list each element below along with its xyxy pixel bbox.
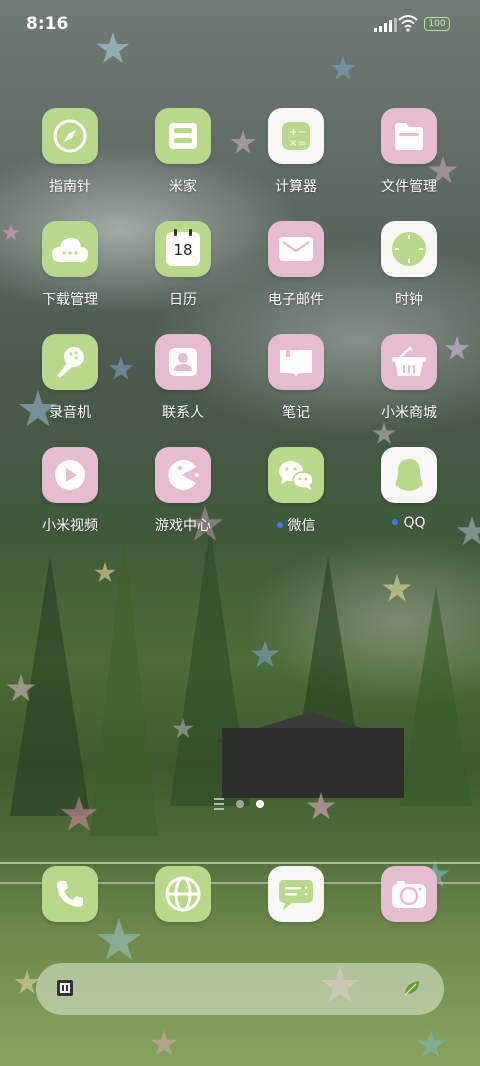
phone-icon [42, 866, 98, 922]
calculator-icon: + − × = [268, 108, 324, 164]
svg-text:=: = [298, 138, 306, 149]
signal-icon [374, 18, 397, 32]
app-label: 小米商城 [381, 405, 437, 421]
app-calendar[interactable]: 18 日历 [133, 221, 233, 309]
notification-dot [392, 519, 399, 525]
app-recorder[interactable]: 录音机 [20, 334, 120, 422]
envelope-icon [268, 221, 324, 277]
message-icon [268, 866, 324, 922]
app-mi-video[interactable]: 小米视频 [20, 447, 120, 535]
app-label: 下载管理 [42, 292, 98, 308]
app-compass[interactable]: 指南针 [20, 108, 120, 196]
app-label: 录音机 [49, 405, 91, 421]
calendar-icon: 18 [155, 221, 211, 277]
pacman-icon [155, 447, 211, 503]
app-clock[interactable]: 时钟 [359, 221, 459, 309]
calendar-date: 18 [173, 241, 193, 259]
app-notes[interactable]: 笔记 [246, 334, 346, 422]
wifi-icon [398, 15, 418, 32]
battery-level: 100 [428, 19, 446, 29]
app-label: 笔记 [282, 405, 310, 421]
app-email[interactable]: 电子邮件 [246, 221, 346, 309]
app-label: 计算器 [275, 179, 317, 195]
app-label-text: QQ [403, 515, 426, 531]
search-bar[interactable] [36, 963, 444, 1015]
app-game-center[interactable]: 游戏中心 [133, 447, 233, 535]
app-files[interactable]: 文件管理 [359, 108, 459, 196]
app-downloads[interactable]: 下载管理 [20, 221, 120, 309]
app-label-text: 微信 [287, 518, 316, 534]
dock-phone[interactable] [20, 866, 120, 922]
app-label: 电子邮件 [268, 292, 324, 308]
app-label: 文件管理 [381, 179, 437, 195]
clock-icon [381, 221, 437, 277]
app-mi-store[interactable]: 小米商城 [359, 334, 459, 422]
play-icon [42, 447, 98, 503]
app-label: 联系人 [162, 405, 204, 421]
app-mijia[interactable]: 米家 [133, 108, 233, 196]
app-label: QQ [359, 515, 459, 531]
compass-icon [42, 108, 98, 164]
app-label: 小米视频 [42, 518, 98, 534]
app-label: 微信 [246, 515, 346, 535]
cloud-download-icon [42, 221, 98, 277]
app-calculator[interactable]: + − × = 计算器 [246, 108, 346, 196]
svg-text:×: × [289, 138, 297, 149]
battery-icon: 100 [424, 17, 450, 31]
app-label: 时钟 [395, 292, 423, 308]
film-icon [57, 980, 73, 996]
app-label: 米家 [169, 179, 197, 195]
notebook-icon [268, 334, 324, 390]
dock-camera[interactable] [359, 866, 459, 922]
mijia-icon [155, 108, 211, 164]
status-time: 8:16 [26, 14, 69, 34]
page-indicator [214, 798, 264, 810]
dock-messages[interactable] [246, 866, 346, 922]
microphone-icon [42, 334, 98, 390]
folder-icon [381, 108, 437, 164]
page-dot-1[interactable] [236, 800, 244, 808]
notification-dot [276, 522, 283, 528]
penguin-icon [381, 447, 437, 503]
app-qq[interactable]: QQ [359, 447, 459, 531]
status-bar: 8:16 100 [0, 0, 480, 50]
wechat-icon [268, 447, 324, 503]
svg-text:+: + [289, 127, 297, 138]
svg-text:−: − [298, 127, 306, 138]
app-contacts[interactable]: 联系人 [133, 334, 233, 422]
globe-icon [155, 866, 211, 922]
app-label: 指南针 [49, 179, 91, 195]
app-wechat[interactable]: 微信 [246, 447, 346, 535]
page-dot-2[interactable] [256, 800, 264, 808]
basket-icon [381, 334, 437, 390]
app-label: 游戏中心 [155, 518, 211, 534]
contact-icon [155, 334, 211, 390]
app-label: 日历 [169, 292, 197, 308]
camera-icon [381, 866, 437, 922]
app-drawer-icon[interactable] [214, 798, 224, 810]
dock-browser[interactable] [133, 866, 233, 922]
leaf-icon[interactable] [402, 978, 422, 998]
